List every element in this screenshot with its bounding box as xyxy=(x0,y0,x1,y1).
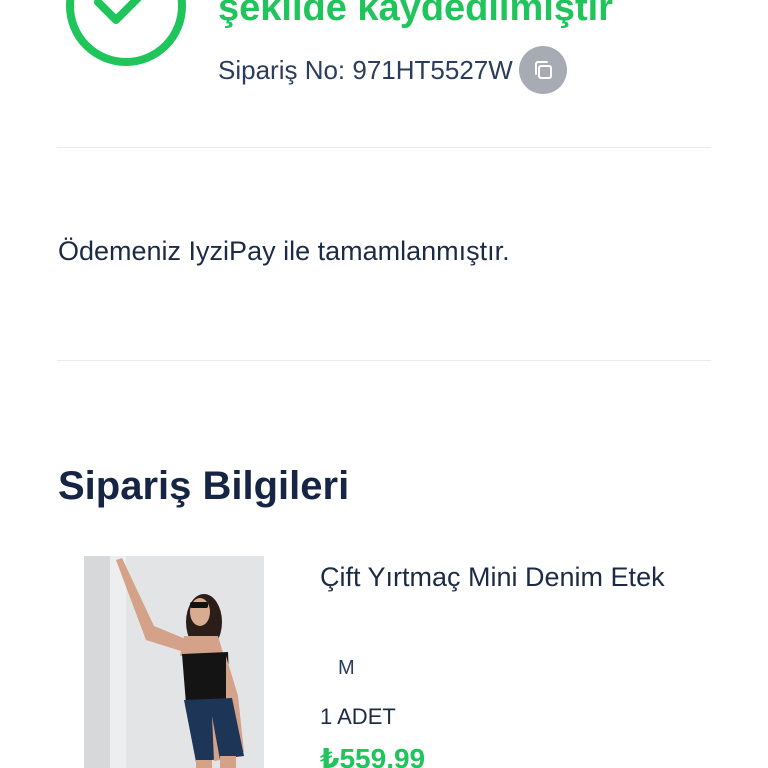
copy-order-number-button[interactable] xyxy=(518,46,567,94)
product-quantity: 1 ADET xyxy=(320,704,396,729)
success-title: şekilde kaydedilmiştir xyxy=(218,0,613,29)
order-number: Sipariş No: 971HT5527W xyxy=(218,54,513,85)
order-info-title: Sipariş Bilgileri xyxy=(58,464,350,508)
product-name-link[interactable]: Çift Yırtmaç Mini Denim Etek xyxy=(320,558,680,597)
product-image[interactable] xyxy=(84,556,264,768)
product-price: ₺559,99 xyxy=(320,743,426,768)
product-size: M xyxy=(338,657,355,679)
payment-message: Ödemeniz IyziPay ile tamamlanmıştır. xyxy=(58,236,510,266)
order-number-row: Sipariş No: 971HT5527W xyxy=(218,46,567,94)
divider xyxy=(57,147,711,148)
copy-icon xyxy=(534,61,552,79)
divider xyxy=(57,360,711,361)
success-check-icon xyxy=(66,0,186,66)
